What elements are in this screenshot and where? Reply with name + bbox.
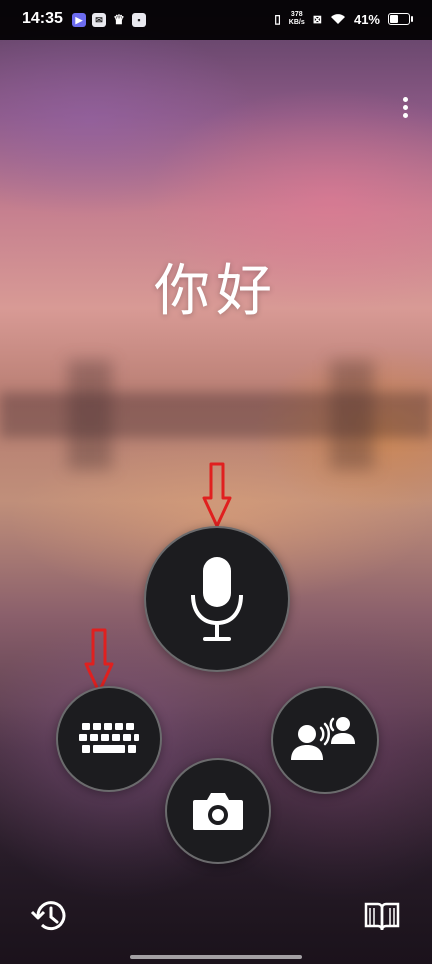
phrasebook-button[interactable] — [362, 896, 402, 936]
microphone-button[interactable] — [144, 526, 290, 672]
book-icon — [364, 902, 400, 931]
wifi-icon — [330, 14, 345, 24]
camera-button[interactable] — [165, 758, 271, 864]
media-play-icon: ▶ — [72, 13, 86, 27]
dot — [403, 97, 408, 102]
vibrate-icon: ▯ — [274, 12, 281, 26]
network-speed-unit: KB/s — [288, 19, 305, 26]
greeting-text: 你好 — [154, 259, 278, 322]
dot — [403, 113, 408, 118]
camera-icon — [193, 793, 243, 830]
notification-icons: ▶ ✉ ♛ ▪ — [72, 12, 146, 27]
history-button[interactable] — [30, 896, 70, 936]
battery-icon — [388, 13, 413, 25]
arrow-to-microphone — [202, 462, 232, 528]
dot — [403, 105, 408, 110]
battery-percent: 41% — [353, 11, 380, 27]
network-speed-value: 378 — [290, 11, 303, 18]
more-options-button[interactable] — [397, 94, 415, 122]
history-icon — [30, 901, 66, 931]
home-indicator[interactable] — [130, 955, 302, 959]
conversation-icon — [291, 717, 355, 760]
status-bar: 14:35 ▶ ✉ ♛ ▪ ▯ 378 KB/s ⊠ 41% — [0, 0, 432, 40]
keyboard-button[interactable] — [56, 686, 162, 792]
app-icon: ▪ — [132, 13, 146, 27]
microphone-icon — [191, 557, 243, 641]
background-bridge — [0, 392, 432, 438]
sim-off-icon: ⊠ — [312, 13, 322, 26]
status-time: 14:35 — [22, 10, 63, 27]
network-speed: 378 KB/s — [289, 11, 305, 27]
keyboard-icon — [79, 723, 139, 753]
conversation-button[interactable] — [271, 686, 379, 794]
crown-icon: ♛ — [113, 12, 125, 27]
system-icons: ▯ 378 KB/s ⊠ 41% — [274, 11, 413, 27]
mail-icon: ✉ — [92, 13, 106, 27]
